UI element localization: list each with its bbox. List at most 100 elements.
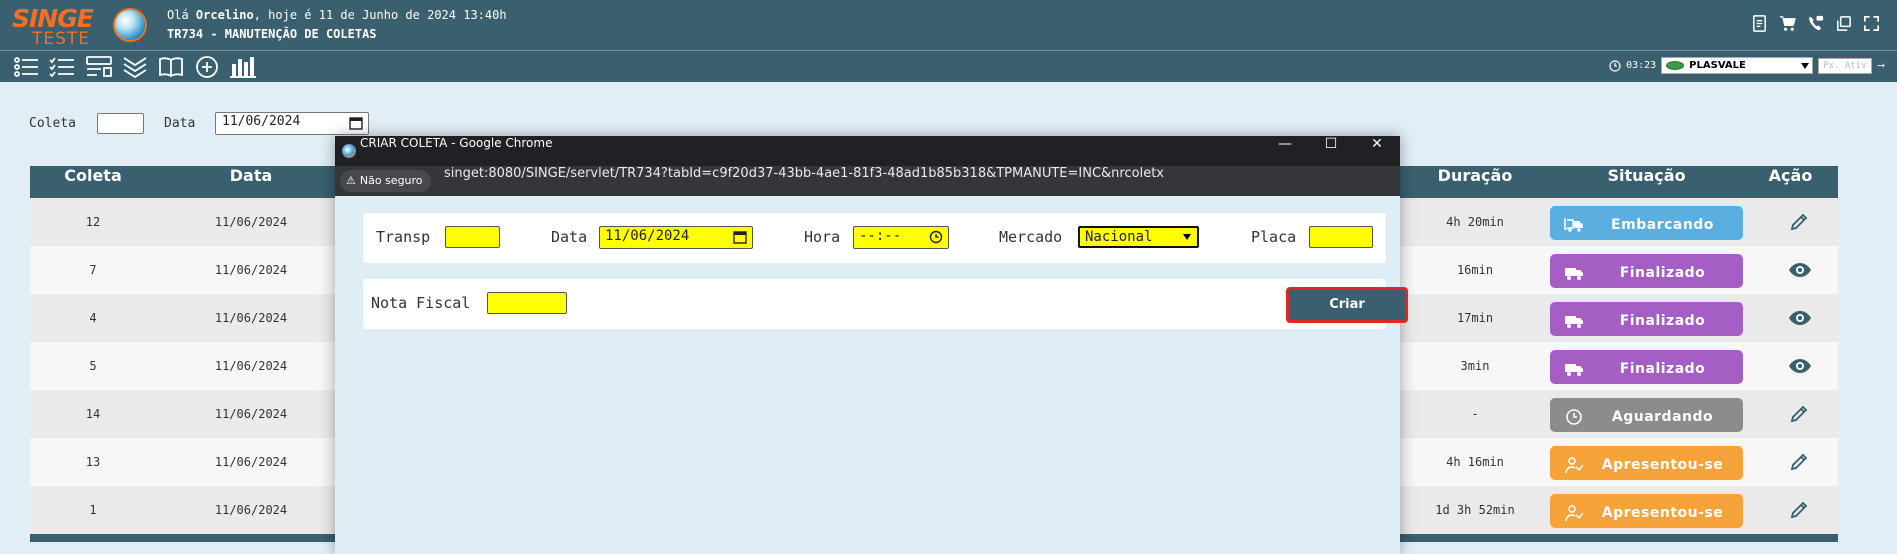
clock-icon[interactable] — [929, 230, 943, 244]
data-input[interactable]: 11/06/2024 — [599, 226, 753, 249]
toolbar-icons — [12, 54, 258, 80]
transp-input[interactable] — [445, 226, 500, 248]
cell-data: 11/06/2024 — [214, 359, 288, 373]
copy-window-icon[interactable] — [1834, 14, 1853, 33]
app-header: SINGE TESTE Olá Orcelino, hoje é 11 de J… — [0, 0, 1897, 50]
col-header-coleta[interactable]: Coleta — [30, 166, 156, 198]
calendar-icon[interactable] — [349, 116, 363, 130]
expand-icon[interactable] — [1862, 14, 1881, 33]
hora-input[interactable]: --:-- — [853, 226, 949, 249]
hora-value: --:-- — [859, 228, 902, 244]
edit-icon[interactable] — [1788, 499, 1812, 521]
cell-data: 11/06/2024 — [214, 503, 288, 517]
logo-bottom-text: TESTE — [32, 29, 91, 49]
status-badge[interactable]: Finalizado — [1550, 350, 1743, 384]
security-badge[interactable]: ⚠ Não seguro — [340, 170, 431, 192]
px-ativ-input[interactable]: Px. Ativ — [1818, 57, 1873, 74]
main-toolbar: 03:23 PLASVALE Px. Ativ → — [0, 50, 1897, 82]
bar-chart-icon[interactable] — [228, 54, 258, 80]
cell-coleta: 4 — [89, 311, 97, 325]
edit-icon[interactable] — [1788, 403, 1812, 425]
status-label: Finalizado — [1619, 313, 1706, 329]
criar-coleta-window: CRIAR COLETA - Google Chrome — ☐ ✕ ⚠ Não… — [335, 136, 1408, 554]
add-circle-icon[interactable] — [192, 54, 222, 80]
coleta-form-panel: Transp Data 11/06/2024 Hora --:-- Mercad… — [363, 213, 1386, 263]
phone-chat-icon[interactable] — [1806, 14, 1825, 33]
screen-title: TR734 - MANUTENÇÃO DE COLETAS — [167, 27, 377, 41]
view-icon[interactable] — [1788, 259, 1812, 281]
status-label: Aguardando — [1611, 409, 1714, 425]
app-logo[interactable]: SINGE TESTE — [12, 4, 107, 49]
layers-icon[interactable] — [120, 54, 150, 80]
company-name: PLASVALE — [1689, 60, 1746, 71]
status-badge[interactable]: Apresentou-se — [1550, 494, 1743, 528]
data-filter-label: Data — [164, 116, 196, 131]
company-select[interactable]: PLASVALE — [1661, 57, 1814, 74]
data-value: 11/06/2024 — [605, 228, 690, 244]
truck-loading-icon — [1564, 216, 1584, 234]
maximize-icon[interactable]: ☐ — [1308, 136, 1354, 166]
status-label: Apresentou-se — [1601, 505, 1724, 521]
cell-coleta: 14 — [85, 407, 101, 421]
list-icon[interactable] — [12, 54, 42, 80]
status-badge[interactable]: Finalizado — [1550, 302, 1743, 336]
placa-input[interactable] — [1309, 226, 1373, 248]
checklist-icon[interactable] — [48, 54, 78, 80]
arrow-right-icon[interactable]: → — [1877, 58, 1885, 73]
cart-icon[interactable] — [1778, 14, 1797, 33]
address-bar: ⚠ Não seguro singet:8080/SINGE/servlet/T… — [335, 166, 1400, 196]
cell-coleta: 13 — [85, 455, 101, 469]
coleta-filter-input[interactable] — [97, 113, 144, 134]
status-badge[interactable]: Finalizado — [1550, 254, 1743, 288]
col-header-acao: Ação — [1768, 166, 1813, 185]
cell-duracao: - — [1471, 407, 1479, 421]
cell-duracao: 4h 20min — [1446, 215, 1504, 229]
security-label: Não seguro — [359, 174, 423, 187]
hora-label: Hora — [804, 228, 841, 246]
nota-fiscal-input[interactable] — [487, 292, 567, 314]
greeting-prefix: Olá — [167, 8, 196, 22]
transp-label: Transp — [376, 228, 431, 246]
col-header-situacao[interactable]: Situação — [1550, 166, 1743, 198]
status-badge[interactable]: Embarcando — [1550, 206, 1743, 240]
nota-fiscal-label: Nota Fiscal — [371, 294, 471, 312]
calendar-icon[interactable] — [733, 230, 747, 244]
status-badge[interactable]: Aguardando — [1550, 398, 1743, 432]
document-icon[interactable] — [1750, 14, 1769, 33]
warning-icon: ⚠ — [346, 174, 356, 187]
view-icon[interactable] — [1788, 355, 1812, 377]
person-icon — [1564, 504, 1584, 522]
criar-button[interactable]: Criar — [1286, 287, 1408, 323]
greeting-suffix: , hoje é 11 de Junho de 2024 13:40h — [253, 8, 507, 22]
edit-icon[interactable] — [1788, 451, 1812, 473]
book-icon[interactable] — [156, 54, 186, 80]
cell-duracao: 1d 3h 52min — [1435, 503, 1515, 517]
col-header-data[interactable]: Data — [156, 166, 346, 198]
data-filter-input[interactable]: 11/06/2024 — [215, 112, 369, 135]
truck-icon — [1564, 360, 1584, 378]
window-title: CRIAR COLETA - Google Chrome — [360, 136, 553, 150]
session-time: 03:23 — [1626, 60, 1657, 71]
window-titlebar[interactable]: CRIAR COLETA - Google Chrome — ☐ ✕ — [335, 136, 1400, 166]
cell-duracao: 4h 16min — [1446, 455, 1504, 469]
greeting-text: Olá Orcelino, hoje é 11 de Junho de 2024… — [167, 8, 507, 22]
form-icon[interactable] — [84, 54, 114, 80]
cell-data: 11/06/2024 — [214, 263, 288, 277]
person-icon — [1564, 456, 1584, 474]
window-content: Transp Data 11/06/2024 Hora --:-- Mercad… — [335, 196, 1408, 554]
app-favicon-icon — [342, 144, 356, 158]
cell-data: 11/06/2024 — [214, 407, 288, 421]
cell-data: 11/06/2024 — [214, 215, 288, 229]
cell-data: 11/06/2024 — [214, 311, 288, 325]
mercado-select[interactable]: Nacional — [1078, 226, 1199, 248]
minimize-icon[interactable]: — — [1262, 136, 1308, 166]
status-label: Finalizado — [1619, 361, 1706, 377]
view-icon[interactable] — [1788, 307, 1812, 329]
edit-icon[interactable] — [1788, 211, 1812, 233]
chevron-down-icon — [1801, 62, 1810, 69]
col-header-duracao[interactable]: Duração — [1400, 166, 1550, 198]
status-label: Apresentou-se — [1601, 457, 1724, 473]
close-icon[interactable]: ✕ — [1354, 136, 1400, 166]
url-text[interactable]: singet:8080/SINGE/servlet/TR734?tabId=c9… — [444, 166, 1164, 181]
status-badge[interactable]: Apresentou-se — [1550, 446, 1743, 480]
